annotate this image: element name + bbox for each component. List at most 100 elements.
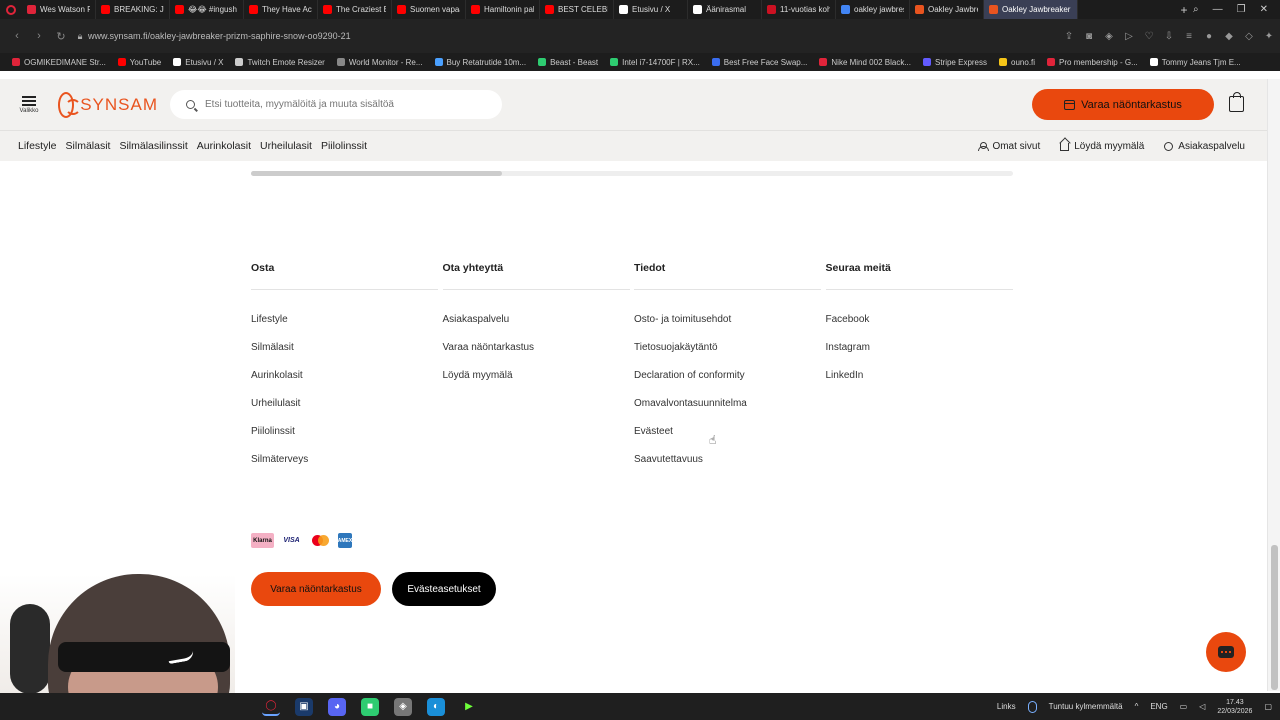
- browser-tab[interactable]: Suomen vapaa: [392, 0, 466, 19]
- opera-taskbar-icon[interactable]: ◯: [262, 698, 280, 716]
- footer-link[interactable]: Instagram: [826, 341, 1018, 369]
- extension-icon[interactable]: ◆: [1224, 31, 1234, 42]
- search-bar[interactable]: [170, 90, 502, 119]
- shopping-bag-icon[interactable]: [1229, 92, 1244, 112]
- tab-search-icon[interactable]: ⌕: [1193, 4, 1199, 15]
- footer-link[interactable]: Piilolinssit: [251, 425, 443, 453]
- weather-text[interactable]: Tuntuu kylmemmältä: [1049, 702, 1123, 711]
- nav-item-sunglasses[interactable]: Aurinkolasit: [197, 140, 251, 152]
- footer-link[interactable]: Osto- ja toimitusehdot: [634, 313, 826, 341]
- language-indicator[interactable]: ENG: [1150, 702, 1167, 711]
- footer-link[interactable]: Evästeet: [634, 425, 826, 453]
- links-toolbar[interactable]: Links: [997, 702, 1016, 711]
- bookmark-item[interactable]: Best Free Face Swap...: [706, 58, 814, 67]
- profile-icon[interactable]: ●: [1204, 31, 1214, 42]
- find-store-link[interactable]: Löydä myymälä: [1060, 141, 1144, 152]
- reload-icon[interactable]: ↻: [50, 30, 72, 43]
- bookmark-item[interactable]: Twitch Emote Resizer: [229, 58, 330, 67]
- browser-tab[interactable]: Oakley Jawbrea: [910, 0, 984, 19]
- volume-icon[interactable]: ◁: [1199, 702, 1205, 711]
- play-icon[interactable]: ▷: [1124, 31, 1134, 42]
- maximize-icon[interactable]: ❐: [1237, 4, 1246, 15]
- browser-tab[interactable]: The Craziest Be: [318, 0, 392, 19]
- browser-tab[interactable]: Oakley Jawbreaker Prizm: [984, 0, 1078, 19]
- footer-link[interactable]: Aurinkolasit: [251, 369, 443, 397]
- bookmark-item[interactable]: Nike Mind 002 Black...: [813, 58, 917, 67]
- browser-tab[interactable]: Etusivu / X: [614, 0, 688, 19]
- heart-icon[interactable]: ♡: [1144, 31, 1154, 42]
- footer-link[interactable]: Facebook: [826, 313, 1018, 341]
- book-eye-exam-button[interactable]: Varaa näöntarkastus: [1032, 89, 1214, 120]
- url-field[interactable]: www.synsam.fi/oakley-jawbreaker-prizm-sa…: [88, 31, 1064, 41]
- game-taskbar-icon[interactable]: ■: [361, 697, 379, 716]
- footer-link[interactable]: Löydä myymälä: [443, 369, 635, 397]
- nav-item-eyeglasses[interactable]: Silmälasit: [66, 140, 111, 152]
- chevron-up-icon[interactable]: ^: [1135, 702, 1139, 711]
- page-scrollbar[interactable]: [1267, 79, 1280, 691]
- bookmark-item[interactable]: Beast - Beast: [532, 58, 604, 67]
- new-tab-icon[interactable]: +: [1175, 3, 1193, 17]
- forward-icon[interactable]: ›: [28, 30, 50, 42]
- download-icon[interactable]: ⇩: [1164, 31, 1174, 42]
- footer-link[interactable]: Omavalvontasuunnitelma: [634, 397, 826, 425]
- bookmark-item[interactable]: YouTube: [112, 58, 167, 67]
- search-input[interactable]: [205, 99, 465, 110]
- my-pages-link[interactable]: Omat sivut: [978, 141, 1040, 152]
- ai-icon[interactable]: ✦: [1264, 31, 1274, 42]
- menu-icon[interactable]: ≡: [1184, 31, 1194, 42]
- bookmark-item[interactable]: Buy Retatrutide 10m...: [429, 58, 533, 67]
- nav-item-lifestyle[interactable]: Lifestyle: [18, 140, 57, 152]
- camera-icon[interactable]: ◙: [1084, 31, 1094, 42]
- notification-icon[interactable]: ▢: [1264, 702, 1272, 711]
- shield-taskbar-icon[interactable]: ◈: [394, 697, 412, 716]
- photoshop-taskbar-icon[interactable]: ▣: [295, 697, 313, 716]
- browser-tab[interactable]: Wes Watson PC: [22, 0, 96, 19]
- close-window-icon[interactable]: ✕: [1260, 4, 1268, 15]
- nav-item-contact-lenses[interactable]: Piilolinssit: [321, 140, 367, 152]
- chat-button[interactable]: [1206, 632, 1246, 672]
- browser-tab[interactable]: BREAKING: Justi: [96, 0, 170, 19]
- bookmark-item[interactable]: Tommy Jeans Tjm E...: [1144, 58, 1247, 67]
- footer-book-eye-exam-button[interactable]: Varaa näöntarkastus: [251, 572, 381, 606]
- browser-tab[interactable]: BEST CELEBRIT: [540, 0, 614, 19]
- nav-item-sports-glasses[interactable]: Urheilulasit: [260, 140, 312, 152]
- bookmark-item[interactable]: Intel i7-14700F | RX...: [604, 58, 706, 67]
- footer-link[interactable]: LinkedIn: [826, 369, 1018, 397]
- footer-link[interactable]: Urheilulasit: [251, 397, 443, 425]
- footer-link[interactable]: Lifestyle: [251, 313, 443, 341]
- bookmark-item[interactable]: Stripe Express: [917, 58, 993, 67]
- browser-tab[interactable]: Äänirasmal: [688, 0, 762, 19]
- scrollbar-thumb[interactable]: [1271, 545, 1278, 690]
- share-icon[interactable]: ⇪: [1064, 31, 1074, 42]
- network-icon[interactable]: ▭: [1180, 702, 1188, 711]
- footer-link[interactable]: Tietosuojakäytäntö: [634, 341, 826, 369]
- bookmark-item[interactable]: Pro membership - G...: [1041, 58, 1144, 67]
- bookmark-item[interactable]: Etusivu / X: [167, 58, 229, 67]
- discord-taskbar-icon[interactable]: ◕: [328, 697, 346, 716]
- nav-item-lenses[interactable]: Silmälasilinssit: [119, 140, 187, 152]
- browser-tab[interactable]: oakley jawbres: [836, 0, 910, 19]
- footer-link[interactable]: Declaration of conformity: [634, 369, 826, 397]
- footer-link[interactable]: Silmäterveys: [251, 453, 443, 481]
- cube-icon[interactable]: ◇: [1244, 31, 1254, 42]
- footer-link[interactable]: Asiakaspalvelu: [443, 313, 635, 341]
- customer-service-link[interactable]: Asiakaspalvelu: [1164, 141, 1245, 152]
- menu-button[interactable]: Valikko: [0, 79, 58, 130]
- edge-taskbar-icon[interactable]: ◐: [427, 697, 445, 716]
- bookmark-item[interactable]: ouno.fi: [993, 58, 1041, 67]
- browser-tab[interactable]: 😂😂 #ingush: [170, 0, 244, 19]
- back-icon[interactable]: ‹: [6, 30, 28, 42]
- footer-link[interactable]: Varaa näöntarkastus: [443, 341, 635, 369]
- bookmark-item[interactable]: OGMIKEDIMANE Str...: [6, 58, 112, 67]
- lock-icon[interactable]: 🔒︎: [72, 31, 88, 42]
- footer-link[interactable]: Silmälasit: [251, 341, 443, 369]
- browser-tab[interactable]: They Have Acti: [244, 0, 318, 19]
- play-taskbar-icon[interactable]: ▶: [460, 698, 478, 716]
- shield-icon[interactable]: ◈: [1104, 31, 1114, 42]
- footer-link[interactable]: Saavutettavuus: [634, 453, 826, 481]
- clock[interactable]: 17.43 22/03/2026: [1217, 698, 1252, 716]
- opera-logo-icon[interactable]: [0, 0, 22, 19]
- bookmark-item[interactable]: World Monitor - Re...: [331, 58, 429, 67]
- minimize-icon[interactable]: —: [1213, 4, 1223, 15]
- browser-tab[interactable]: 11-vuotias koht: [762, 0, 836, 19]
